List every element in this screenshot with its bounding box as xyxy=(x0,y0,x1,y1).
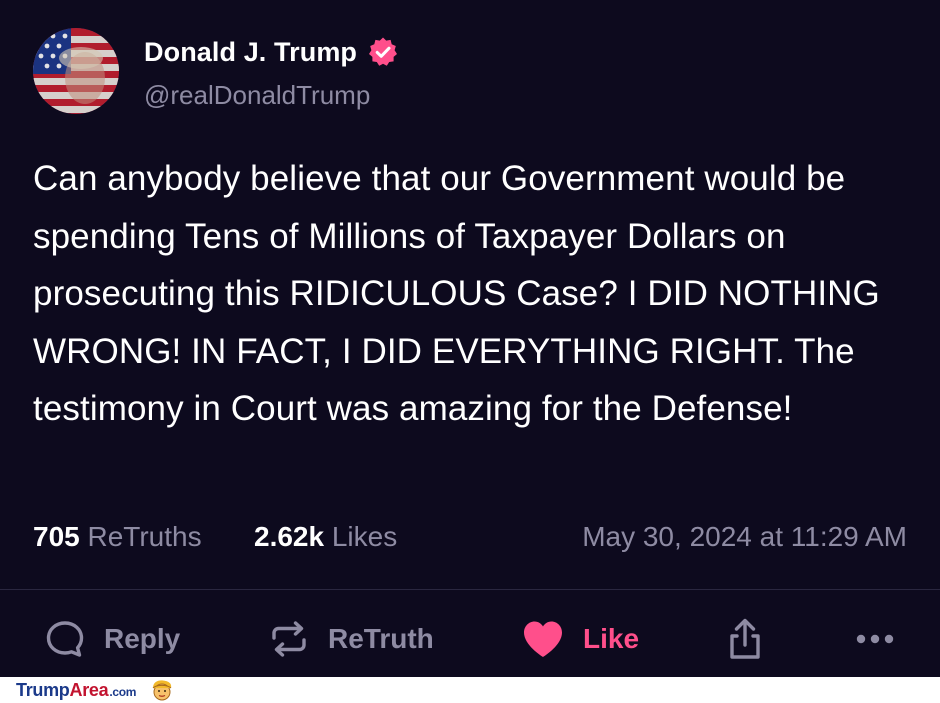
reply-button[interactable]: Reply xyxy=(44,610,180,668)
brand-part-area: Area xyxy=(69,679,109,700)
post-timestamp[interactable]: May 30, 2024 at 11:29 AM xyxy=(582,521,907,553)
likes-count: 2.62k xyxy=(254,521,325,552)
reply-bubble-icon xyxy=(46,621,84,657)
truth-post: Donald J. Trump @realDonaldTrump Can any… xyxy=(0,0,940,677)
more-dots-icon xyxy=(856,634,894,644)
author-handle[interactable]: @realDonaldTrump xyxy=(144,80,370,111)
reply-label: Reply xyxy=(104,623,181,654)
action-bar: Reply ReTruth Like xyxy=(0,610,940,670)
brand-part-trump: Trump xyxy=(16,679,70,700)
like-button[interactable]: Like xyxy=(521,610,639,668)
watermark-footer: TrumpArea.com xyxy=(0,677,940,703)
retruth-button[interactable]: ReTruth xyxy=(268,610,434,668)
share-button[interactable] xyxy=(724,610,766,668)
author-display-name[interactable]: Donald J. Trump xyxy=(144,37,357,68)
brand-wordmark[interactable]: TrumpArea.com xyxy=(16,680,136,701)
share-upload-icon xyxy=(730,618,760,659)
brand-face-logo-icon xyxy=(152,680,172,701)
brand-part-com: .com xyxy=(109,684,137,699)
likes-label: Likes xyxy=(331,521,398,552)
author-name-row: Donald J. Trump xyxy=(144,33,399,71)
flag-portrait-avatar-icon xyxy=(33,28,119,114)
retruths-label: ReTruths xyxy=(87,521,202,552)
post-body-text: Can anybody believe that our Government … xyxy=(33,159,880,428)
retruth-arrows-icon xyxy=(272,621,306,657)
more-options-button[interactable] xyxy=(855,610,895,668)
author-avatar[interactable] xyxy=(33,28,119,114)
retruth-label: ReTruth xyxy=(328,623,434,654)
like-label: Like xyxy=(583,623,640,654)
retruths-stat[interactable]: 705 ReTruths xyxy=(33,521,202,553)
heart-icon xyxy=(524,621,562,657)
likes-stat[interactable]: 2.62k Likes xyxy=(254,521,397,553)
retruths-count: 705 xyxy=(33,521,80,552)
verified-badge-icon xyxy=(369,37,398,66)
post-stats: 705 ReTruths 2.62k Likes May 30, 2024 at… xyxy=(33,521,907,561)
actions-divider xyxy=(0,589,940,590)
